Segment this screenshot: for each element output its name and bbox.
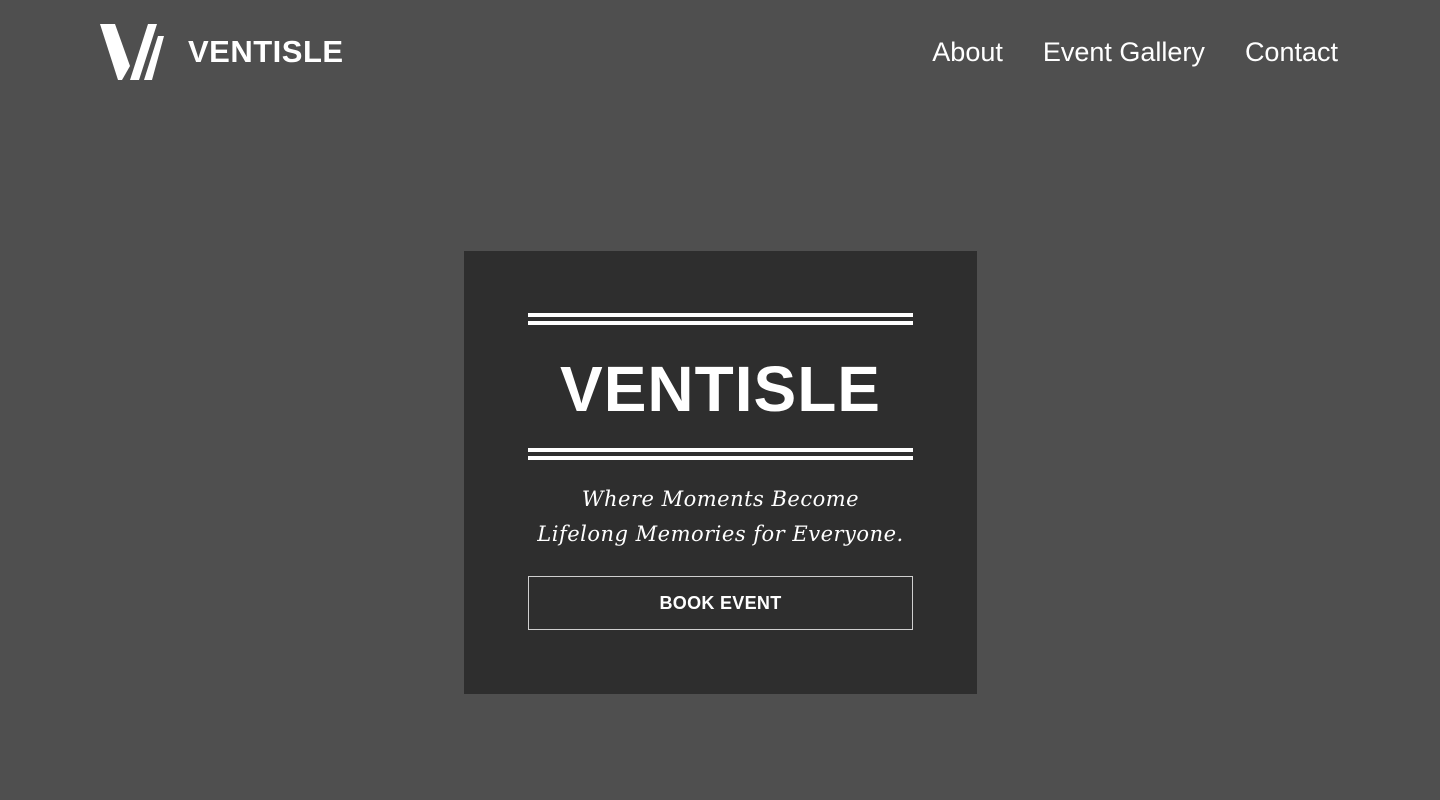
book-event-button[interactable]: BOOK EVENT — [528, 576, 913, 630]
bottom-double-rule — [528, 448, 913, 460]
nav-about[interactable]: About — [932, 34, 1003, 70]
logo-link[interactable]: VENTISLE — [100, 24, 344, 80]
hero-card: VENTISLE Where Moments Become Lifelong M… — [464, 251, 977, 694]
nav-event-gallery[interactable]: Event Gallery — [1043, 34, 1205, 70]
main-nav: About Event Gallery Contact — [932, 34, 1338, 70]
site-header: VENTISLE About Event Gallery Contact — [0, 0, 1440, 105]
brand-name: VENTISLE — [188, 34, 344, 69]
nav-contact[interactable]: Contact — [1245, 34, 1338, 70]
top-double-rule — [528, 313, 913, 325]
hero-title: VENTISLE — [560, 353, 881, 425]
ventisle-v-logo-icon — [100, 24, 164, 80]
hero-tagline: Where Moments Become Lifelong Memories f… — [537, 487, 904, 546]
page: VENTISLE About Event Gallery Contact VEN… — [0, 0, 1440, 800]
